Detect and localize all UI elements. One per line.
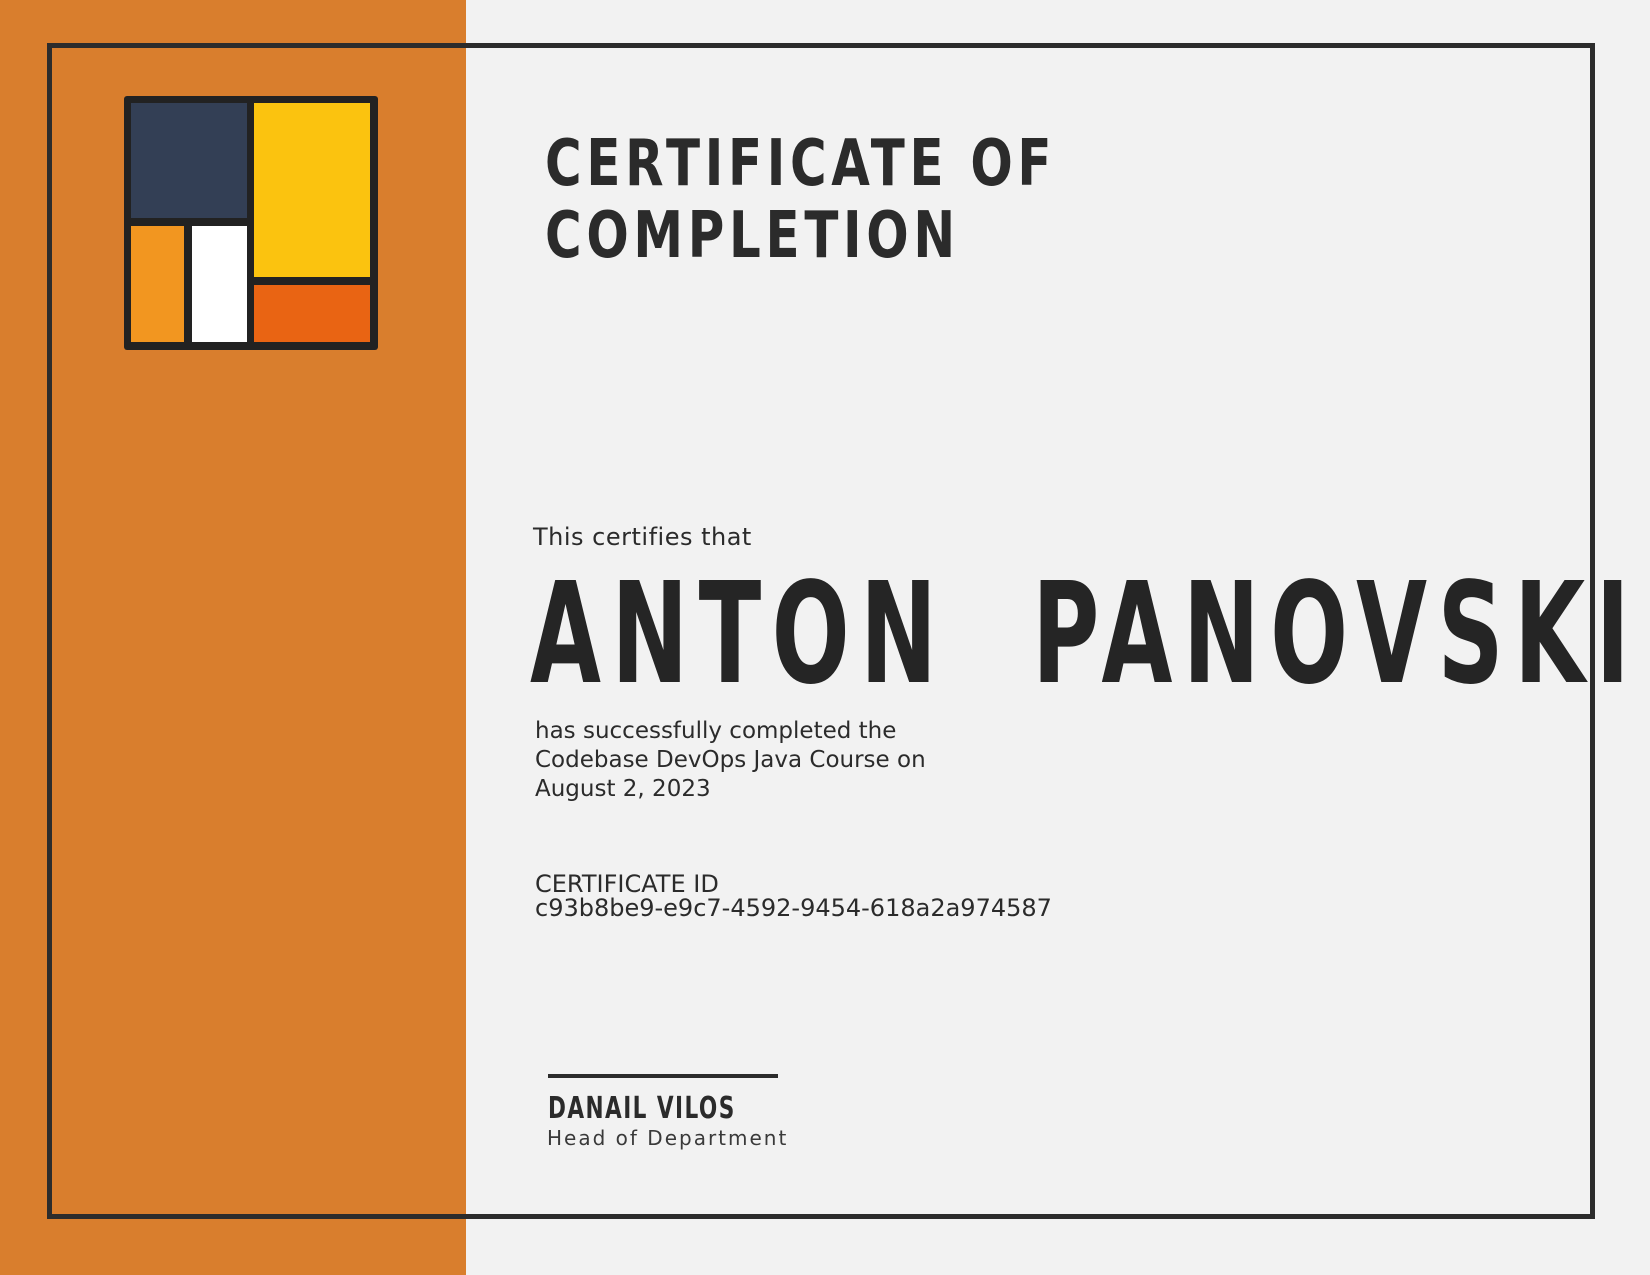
certificate-title: CERTIFICATE OF COMPLETION	[545, 128, 1056, 272]
color-block-logo-icon	[124, 96, 378, 350]
signature-line	[548, 1074, 778, 1078]
completion-line-2: Codebase DevOps Java Course on	[535, 747, 926, 773]
completion-date: August 2, 2023	[535, 776, 711, 802]
logo-orange-block	[131, 226, 184, 342]
completion-statement: has successfully completed the Codebase …	[535, 717, 1095, 804]
certificate-id-value: c93b8be9-e9c7-4592-9454-618a2a974587	[535, 894, 1052, 922]
logo-red-orange-block	[254, 285, 370, 342]
logo-yellow-block	[254, 103, 370, 277]
recipient-name: ANTON PANOVSKI	[530, 553, 1641, 716]
signer-name: DANAIL VILOS	[548, 1091, 736, 1126]
certifies-text: This certifies that	[533, 523, 752, 551]
logo-white-block	[192, 226, 247, 342]
logo-navy-block	[131, 103, 247, 218]
title-line-1: CERTIFICATE OF	[545, 127, 1057, 201]
signer-role: Head of Department	[547, 1126, 789, 1150]
completion-line-1: has successfully completed the	[535, 718, 897, 744]
title-line-2: COMPLETION	[545, 199, 960, 273]
certificate-id-label: CERTIFICATE ID	[535, 870, 719, 898]
certificate-page: CERTIFICATE OF COMPLETION This certifies…	[0, 0, 1650, 1275]
